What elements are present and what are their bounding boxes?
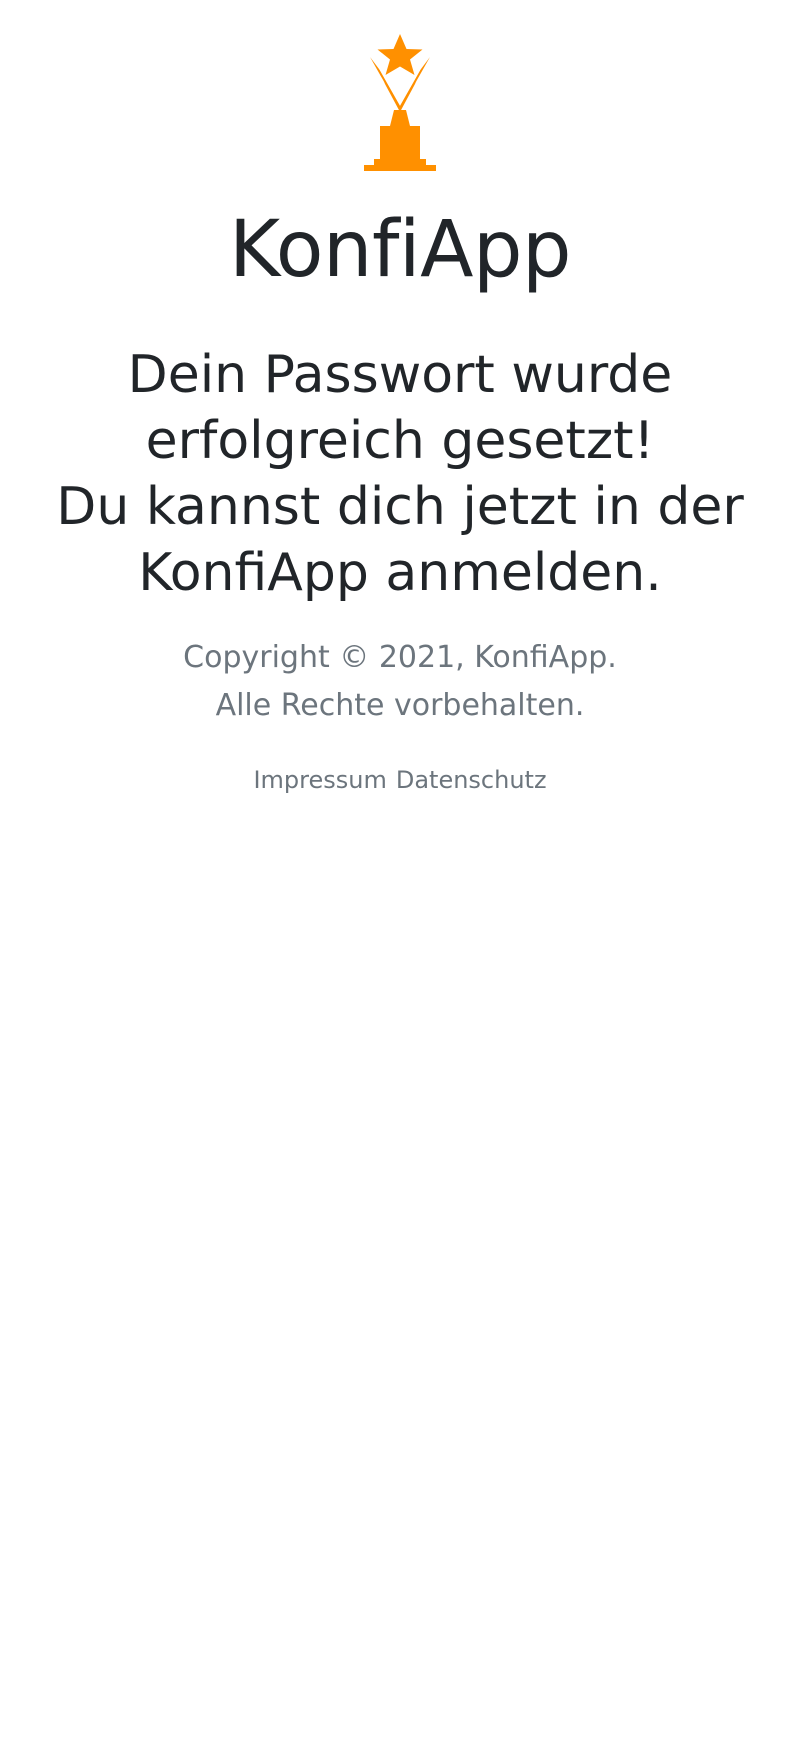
success-message-line: erfolgreich gesetzt! <box>145 411 655 472</box>
impressum-link[interactable]: Impressum <box>253 766 386 794</box>
rights-line: Alle Rechte vorbehalten. <box>215 688 585 724</box>
trophy-star-icon <box>364 34 436 171</box>
success-message-line: Dein Passwort wurde <box>127 345 673 406</box>
page: KonfiApp Dein Passwort wurde erfolgreich… <box>0 0 800 798</box>
success-message-line: KonfiApp anmelden. <box>138 543 662 604</box>
success-message-line: Du kannst dich jetzt in der <box>56 477 744 538</box>
datenschutz-link[interactable]: Datenschutz <box>396 766 547 794</box>
success-message: Dein Passwort wurde erfolgreich gesetzt!… <box>30 342 770 606</box>
copyright-notice: Copyright © 2021, KonfiApp. Alle Rechte … <box>183 634 617 730</box>
footer-links: Impressum Datenschutz <box>253 762 546 798</box>
copyright-line: Copyright © 2021, KonfiApp. <box>183 640 617 676</box>
app-title: KonfiApp <box>229 205 571 295</box>
